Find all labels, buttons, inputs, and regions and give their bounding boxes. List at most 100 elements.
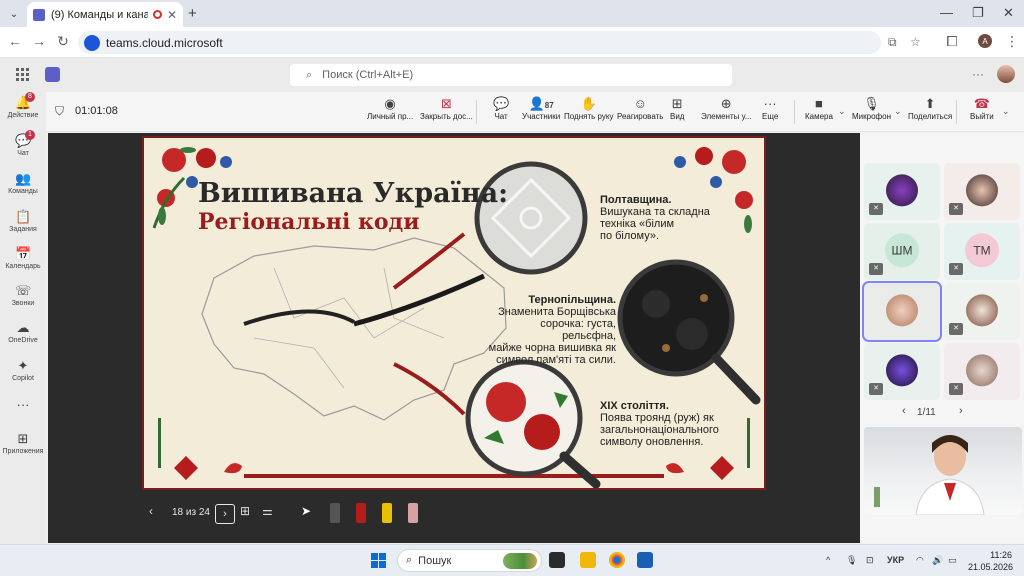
meeting-controls-bar: ⛉ 01:01:08 ◉ Личный пр... ⊠ Закрыть дос.… — [46, 92, 1024, 132]
participant-tile-active[interactable] — [862, 281, 942, 342]
participant-tile[interactable]: ✕ — [944, 343, 1020, 400]
eraser-icon[interactable] — [408, 503, 418, 523]
task-view-icon[interactable] — [549, 552, 565, 568]
rail-label: Задания — [9, 226, 37, 233]
participant-tile[interactable]: ТМ ✕ — [944, 223, 1020, 280]
rail-label: Действие — [7, 112, 39, 119]
rail-item-teams[interactable]: 👥 Команды — [0, 171, 46, 196]
slide-grid-icon[interactable]: ⊞ — [240, 504, 250, 518]
participant-tile[interactable]: ШМ ✕ — [864, 223, 940, 280]
presenter-settings-icon[interactable]: ⚌ — [262, 504, 273, 518]
more-button[interactable]: ··· Еще — [762, 96, 778, 121]
caption-line: майже чорна вишивка як — [488, 342, 616, 354]
divider — [794, 100, 795, 124]
new-tab-plus-icon[interactable]: + — [188, 5, 197, 22]
tab-close-icon[interactable]: ✕ — [167, 8, 177, 22]
elements-button[interactable]: ⊕ Элементы у... — [701, 96, 751, 121]
rail-more-apps[interactable]: ··· — [0, 398, 46, 414]
personal-view-button[interactable]: ◉ Личный пр... — [367, 96, 413, 121]
previous-slide-chevron-icon[interactable]: ‹ — [149, 504, 153, 518]
site-info-icon[interactable] — [84, 34, 100, 51]
taskbar-clock[interactable]: 11:26 21.05.2026 — [968, 549, 1013, 573]
leave-button[interactable]: ☎ Выйти — [970, 96, 994, 121]
caption-line: символу оновлення. — [600, 436, 704, 448]
forward-arrow-icon[interactable]: → — [30, 33, 48, 49]
browser-profile-avatar[interactable]: A — [978, 34, 992, 48]
participant-avatar — [886, 353, 918, 386]
more-dots-icon: ··· — [763, 96, 777, 111]
leave-options-chevron-icon[interactable]: ⌄ — [1002, 106, 1010, 117]
tray-mic-icon[interactable]: 🎙 — [846, 555, 857, 566]
rail-label: Приложения — [2, 448, 44, 455]
microphone-button[interactable]: 🎙 Микрофон — [852, 96, 891, 121]
mic-options-chevron-icon[interactable]: ⌄ — [894, 106, 902, 117]
tab-search-chevron-icon[interactable]: ⌄ — [5, 5, 23, 23]
volume-icon[interactable]: 🔊 — [932, 555, 943, 566]
mic-muted-icon: ✕ — [949, 383, 963, 395]
hang-up-icon: ☎ — [973, 96, 990, 111]
rail-item-copilot[interactable]: ✦ Copilot — [0, 359, 46, 383]
rail-item-activity[interactable]: 🔔 8 Действие — [0, 92, 46, 119]
restore-icon[interactable]: ❐ — [972, 5, 984, 21]
browser-menu-icon[interactable]: ⋮ — [1003, 33, 1021, 50]
react-button[interactable]: ☺ Реагировать — [617, 96, 663, 121]
shield-icon[interactable]: ⛉ — [55, 104, 64, 119]
stop-sharing-button[interactable]: ⊠ Закрыть дос... — [420, 96, 473, 121]
taskbar-search[interactable]: ⌕ Пошук — [397, 549, 542, 572]
people-icon: 👤87 — [528, 96, 554, 111]
highlighter-icon[interactable] — [382, 503, 392, 523]
button-label: Чат — [494, 112, 508, 121]
participant-tile[interactable]: ✕ — [864, 163, 940, 220]
rail-item-onedrive[interactable]: ☁ OneDrive — [0, 321, 46, 345]
bookmark-star-icon[interactable]: ☆ — [910, 35, 921, 49]
reload-icon[interactable]: ↻ — [54, 33, 72, 50]
settings-more-icon[interactable]: ··· — [972, 67, 984, 81]
chrome-icon[interactable] — [609, 552, 625, 568]
shared-content-stage: Вишивана Україна: Регіональні коди Полта… — [48, 133, 860, 543]
rail-item-apps[interactable]: ⊞ Приложения — [0, 432, 46, 456]
browser-tab-teams[interactable]: (9) Команды и каналы | Co ✕ — [27, 2, 183, 27]
button-label: Камера — [805, 112, 833, 121]
teams-icon: 👥 — [15, 171, 32, 186]
user-avatar[interactable] — [997, 65, 1015, 83]
participant-tile[interactable]: ✕ — [864, 343, 940, 400]
participants-button[interactable]: 👤87 Участники — [522, 96, 560, 121]
pen-gray-icon[interactable] — [330, 503, 340, 523]
windows-taskbar: ⌕ Пошук ^ 🎙 ⊡ УКР ◠ 🔊 ▭ 11:26 21.05.2026 — [0, 544, 1024, 576]
outlook-icon[interactable] — [637, 552, 653, 568]
share-button[interactable]: ⬆ Поделиться — [908, 96, 952, 121]
file-explorer-icon[interactable] — [580, 552, 596, 568]
windows-start-icon[interactable] — [371, 553, 386, 568]
view-button[interactable]: ⊞ Вид — [670, 96, 684, 121]
rail-item-chat[interactable]: 💬 1 Чат — [0, 130, 46, 157]
share-icon: ⬆ — [924, 96, 936, 111]
tray-overflow-chevron-icon[interactable]: ^ — [826, 555, 830, 565]
pen-red-icon[interactable] — [356, 503, 366, 523]
divider — [476, 100, 477, 124]
address-bar[interactable]: teams.cloud.microsoft ⧉ ☆ — [78, 31, 921, 54]
raise-hand-button[interactable]: ✋ Поднять руку — [564, 96, 613, 121]
next-slide-button[interactable]: › — [215, 504, 235, 524]
rail-item-calls[interactable]: ☏ Звонки — [0, 284, 46, 308]
back-arrow-icon[interactable]: ← — [6, 33, 24, 49]
window-close-icon[interactable]: ✕ — [1003, 5, 1014, 21]
wifi-icon[interactable]: ◠ — [916, 555, 924, 566]
rail-item-calendar[interactable]: 📅 Календарь — [0, 247, 46, 271]
input-language[interactable]: УКР — [887, 555, 904, 565]
participant-tile[interactable]: ✕ — [944, 283, 1020, 340]
extensions-icon[interactable]: ⧠ — [943, 33, 961, 50]
gallery-next-chevron-icon[interactable]: › — [959, 405, 963, 417]
app-launcher-icon[interactable] — [16, 68, 29, 81]
rail-item-assignments[interactable]: 📋 Задания — [0, 210, 46, 234]
gallery-prev-chevron-icon[interactable]: ‹ — [902, 405, 906, 417]
camera-options-chevron-icon[interactable]: ⌄ — [838, 106, 846, 117]
laser-pointer-icon[interactable]: ➤ — [301, 504, 311, 518]
minimize-icon[interactable]: — — [940, 5, 953, 20]
participant-tile[interactable]: ✕ — [944, 163, 1020, 220]
teams-search-input[interactable]: ⌕ Поиск (Ctrl+Alt+E) — [290, 64, 732, 86]
battery-icon[interactable]: ▭ — [948, 555, 957, 566]
tray-network-adapter-icon[interactable]: ⊡ — [866, 555, 874, 566]
cast-icon[interactable]: ⧉ — [888, 35, 897, 50]
chat-button[interactable]: 💬 Чат — [493, 96, 509, 121]
camera-button[interactable]: ■ Камера — [805, 96, 833, 121]
